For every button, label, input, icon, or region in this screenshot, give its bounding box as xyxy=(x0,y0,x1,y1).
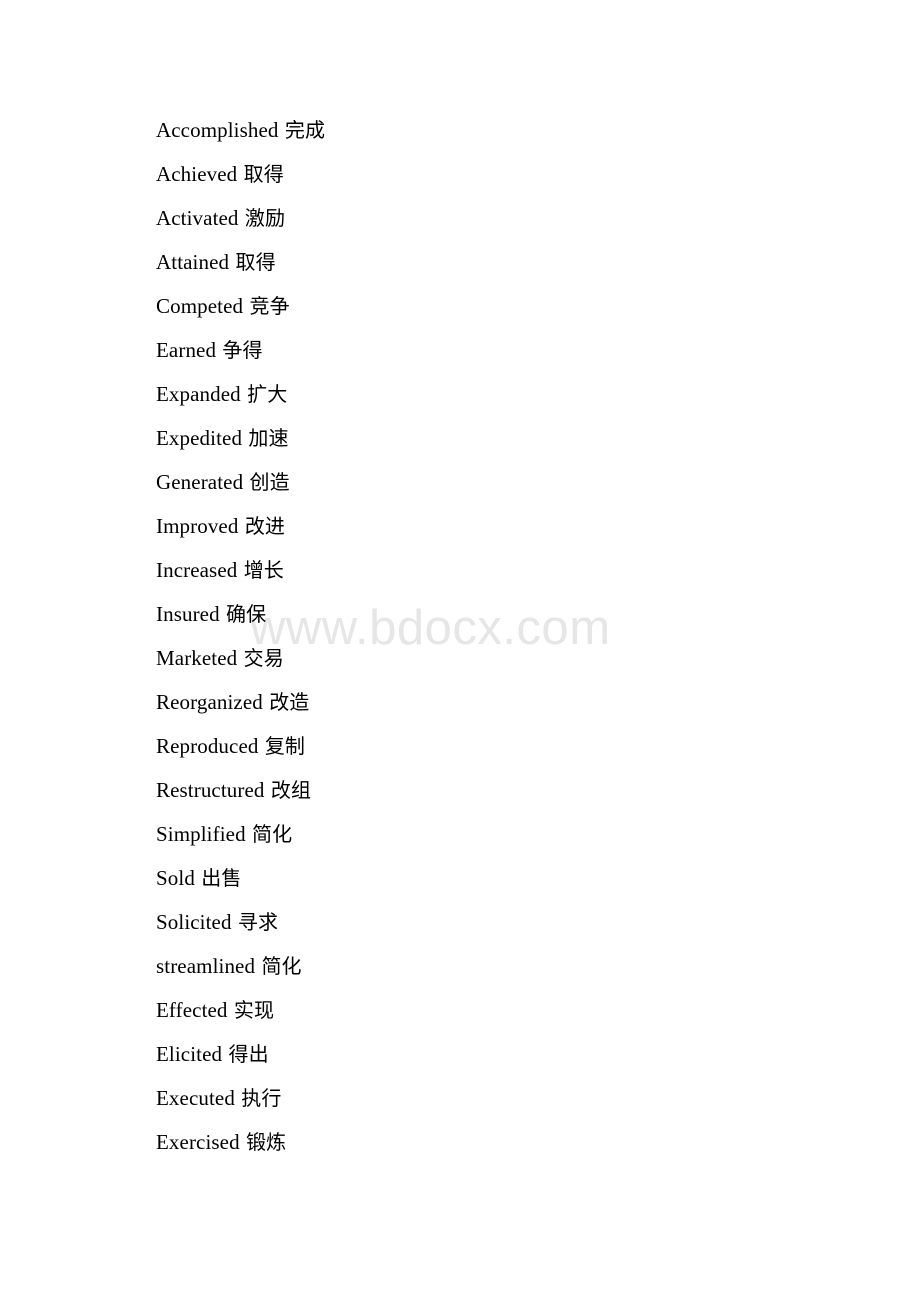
entry-chinese-translation: 争得 xyxy=(222,338,263,362)
entry-english-term: Marketed xyxy=(156,646,238,670)
vocabulary-entry: Improved 改进 xyxy=(156,504,920,548)
vocabulary-entry: Reorganized 改造 xyxy=(156,680,920,724)
vocabulary-entry: Earned 争得 xyxy=(156,328,920,372)
entry-chinese-translation: 实现 xyxy=(233,998,275,1022)
entry-english-term: Reproduced xyxy=(156,734,259,758)
vocabulary-entry: Increased 增长 xyxy=(156,548,920,592)
entry-english-term: Simplified xyxy=(156,822,246,846)
entry-english-term: Increased xyxy=(156,558,238,582)
entry-english-term: Exercised xyxy=(156,1130,240,1154)
vocabulary-entry: Elicited 得出 xyxy=(156,1032,920,1076)
entry-english-term: Effected xyxy=(156,998,228,1022)
entry-chinese-translation: 竞争 xyxy=(249,294,290,318)
vocabulary-entry: Exercised 锻炼 xyxy=(156,1120,920,1164)
vocabulary-entry: Sold 出售 xyxy=(156,856,920,900)
entry-chinese-translation: 改组 xyxy=(270,778,312,802)
entry-chinese-translation: 增长 xyxy=(243,558,284,582)
vocabulary-entry: streamlined 简化 xyxy=(156,944,920,988)
entry-english-term: Improved xyxy=(156,514,239,538)
entry-chinese-translation: 改造 xyxy=(269,690,310,714)
entry-english-term: Insured xyxy=(156,602,220,626)
entry-chinese-translation: 扩大 xyxy=(247,382,288,406)
entry-english-term: Reorganized xyxy=(156,690,263,714)
entry-chinese-translation: 取得 xyxy=(235,250,276,274)
entry-chinese-translation: 取得 xyxy=(243,162,284,186)
vocabulary-entry: Insured 确保 xyxy=(156,592,920,636)
entry-chinese-translation: 出售 xyxy=(201,866,242,890)
vocabulary-entry: Competed 竞争 xyxy=(156,284,920,328)
entry-chinese-translation: 加速 xyxy=(248,426,289,450)
vocabulary-entry: Activated 激励 xyxy=(156,196,920,240)
entry-english-term: Executed xyxy=(156,1086,235,1110)
vocabulary-entry: Solicited 寻求 xyxy=(156,900,920,944)
entry-english-term: Activated xyxy=(156,206,239,230)
vocabulary-entry: Expanded 扩大 xyxy=(156,372,920,416)
entry-chinese-translation: 得出 xyxy=(228,1042,269,1066)
entry-chinese-translation: 复制 xyxy=(264,734,306,758)
vocabulary-entry: Executed 执行 xyxy=(156,1076,920,1120)
entry-chinese-translation: 寻求 xyxy=(237,910,279,934)
entry-english-term: Generated xyxy=(156,470,244,494)
entry-english-term: streamlined xyxy=(156,954,256,978)
entry-chinese-translation: 简化 xyxy=(252,822,293,846)
vocabulary-entry: Marketed 交易 xyxy=(156,636,920,680)
entry-english-term: Restructured xyxy=(156,778,265,802)
entry-chinese-translation: 完成 xyxy=(284,118,326,142)
entry-chinese-translation: 执行 xyxy=(241,1086,282,1110)
entry-english-term: Achieved xyxy=(156,162,238,186)
vocabulary-entry: Restructured 改组 xyxy=(156,768,920,812)
entry-english-term: Competed xyxy=(156,294,244,318)
entry-english-term: Expanded xyxy=(156,382,241,406)
entry-english-term: Accomplished xyxy=(156,118,279,142)
vocabulary-entry: Expedited 加速 xyxy=(156,416,920,460)
entry-chinese-translation: 确保 xyxy=(226,602,267,626)
document-page: www.bdocx.com Accomplished 完成 Achieved 取得… xyxy=(0,0,920,1302)
entry-chinese-translation: 交易 xyxy=(243,646,284,670)
entry-chinese-translation: 激励 xyxy=(244,206,286,230)
entry-english-term: Expedited xyxy=(156,426,243,450)
entry-english-term: Attained xyxy=(156,250,230,274)
entry-english-term: Solicited xyxy=(156,910,232,934)
vocabulary-entry: Reproduced 复制 xyxy=(156,724,920,768)
vocabulary-entry: Simplified 简化 xyxy=(156,812,920,856)
entry-chinese-translation: 创造 xyxy=(249,470,290,494)
vocabulary-entry: Accomplished 完成 xyxy=(156,108,920,152)
vocabulary-entry: Attained 取得 xyxy=(156,240,920,284)
entry-english-term: Earned xyxy=(156,338,217,362)
entry-chinese-translation: 简化 xyxy=(261,954,302,978)
entry-english-term: Sold xyxy=(156,866,195,890)
word-list: Accomplished 完成 Achieved 取得 Activated 激励 At… xyxy=(0,0,920,1164)
entry-chinese-translation: 锻炼 xyxy=(246,1130,287,1154)
vocabulary-entry: Generated 创造 xyxy=(156,460,920,504)
vocabulary-entry: Effected 实现 xyxy=(156,988,920,1032)
entry-chinese-translation: 改进 xyxy=(244,514,286,538)
entry-english-term: Elicited xyxy=(156,1042,223,1066)
vocabulary-entry: Achieved 取得 xyxy=(156,152,920,196)
